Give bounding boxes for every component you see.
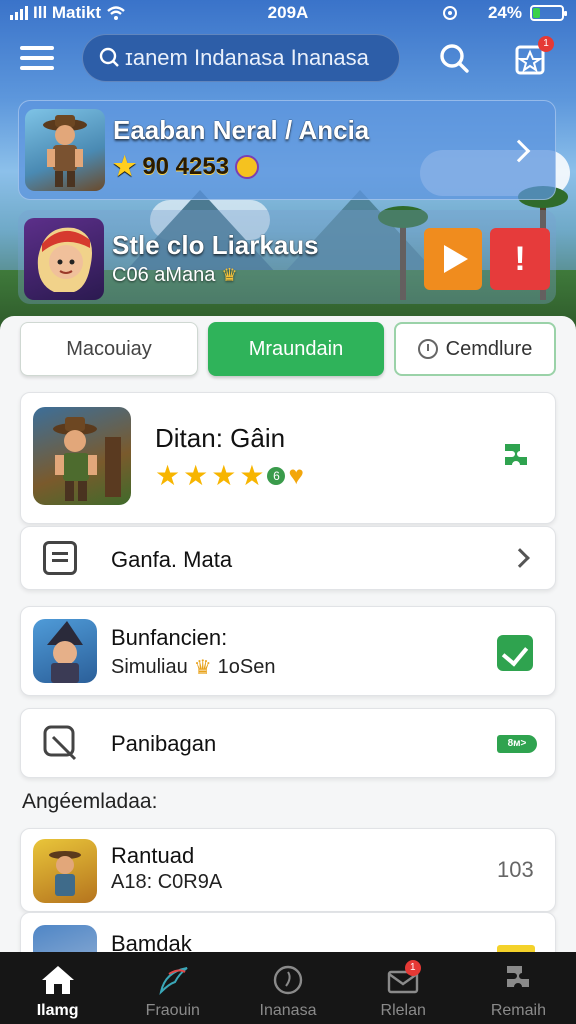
tab-segment-2[interactable]: Mraundain (208, 322, 384, 376)
featured-game-title: Ditan: Gâin (155, 423, 286, 453)
nav-badge: 1 (404, 960, 421, 976)
game-thumbnail (24, 218, 104, 300)
recent-item-value: 103 (497, 857, 534, 882)
game-thumbnail (25, 109, 105, 191)
heart-icon: ♥ (288, 460, 304, 490)
rating-stars: ★ ★ ★ ★ 6 ♥ (155, 459, 304, 492)
nav-label: Rlelan (380, 1002, 426, 1019)
hero-card-secondary[interactable]: Stle clo Liarkaus C06 aMana ♛ ! (18, 210, 556, 304)
search-text: ɪanem Indanasa Inanasa (125, 45, 369, 70)
alert-button[interactable]: ! (490, 228, 550, 290)
search-icon (99, 47, 119, 67)
puzzle-icon[interactable] (499, 441, 533, 475)
star-icon: ★ (239, 460, 265, 491)
crown-icon: ♛ (221, 265, 238, 285)
search-button[interactable] (438, 42, 472, 76)
status-tag: 8м> (497, 735, 537, 753)
list-item-label: Ganfa. Mata (111, 547, 233, 572)
subtitle-text: C06 aMana (112, 264, 216, 286)
list-item[interactable]: Panibagan 8м> (20, 708, 556, 778)
feather-icon (159, 967, 188, 996)
star-icon: ★ (211, 460, 237, 491)
hero-card-title: Stle clo Liarkaus (112, 230, 319, 260)
nav-label: Remaih (490, 1002, 546, 1019)
recent-item-title: Rantuad (111, 843, 195, 868)
rating-badge: 6 (267, 466, 286, 485)
segment-label: Mraundain (248, 337, 344, 360)
adventurer-character-image (43, 115, 87, 187)
play-button[interactable] (424, 228, 482, 290)
content-sheet: Macouiay Mraundain Cemdlure Ditan: Gâin … (0, 316, 576, 956)
star-icon: ★ (183, 460, 209, 491)
list-item-label: Panibagan (111, 731, 217, 756)
nav-item-feed[interactable]: Fraouin (115, 952, 230, 1024)
game-thumbnail (33, 839, 97, 903)
home-icon (41, 966, 74, 994)
hero-card-featured[interactable]: Eaaban Neral / Ancia ★ 90 4253 (18, 100, 556, 200)
tag-edit-icon (43, 725, 77, 761)
nav-label: Inanasa (259, 1002, 317, 1019)
wizard-character-image (47, 621, 83, 683)
chevron-right-icon (510, 548, 530, 568)
list-item-label: Bunfancien: (111, 625, 228, 650)
segment-label: Macouiay (66, 337, 152, 360)
featured-game-card[interactable]: Ditan: Gâin ★ ★ ★ ★ 6 ♥ (20, 392, 556, 524)
search-bar[interactable]: ɪanem Indanasa Inanasa (82, 34, 400, 82)
clock-icon (417, 339, 438, 359)
battery-percent: 24% (487, 3, 522, 22)
alarm-icon (442, 6, 457, 20)
crown-icon: ♛ (193, 657, 212, 679)
list-item-sublabel: Simuliau ♛ 1oSen (111, 655, 275, 680)
rating-text: 90 4253 (142, 152, 230, 180)
game-thumbnail (33, 619, 97, 683)
tab-segment-3[interactable]: Cemdlure (394, 322, 556, 376)
notifications-button[interactable]: 1 (514, 36, 554, 76)
circle-icon (273, 965, 303, 995)
checkbox-checked-icon[interactable] (497, 635, 533, 671)
list-item[interactable]: Ganfa. Mata (20, 526, 556, 590)
puzzle-icon (507, 966, 530, 987)
recent-item-subtitle: A18: C0R9A (111, 871, 223, 893)
notification-badge: 1 (538, 36, 554, 52)
medal-icon (235, 154, 260, 179)
hero-card-rating: ★ 90 4253 (113, 151, 260, 182)
girl-character-image (37, 227, 92, 292)
location-icon (467, 7, 478, 19)
battery-icon (530, 5, 567, 21)
nav-label: Fraouin (145, 1002, 200, 1019)
nav-label: Ilamg (36, 1002, 79, 1019)
tab-segment-1[interactable]: Macouiay (20, 322, 198, 376)
battery-fill (533, 8, 540, 18)
star-icon: ★ (155, 460, 181, 491)
section-heading: Angéemladaa: (22, 790, 158, 813)
sublabel-a: Simuliau (111, 656, 188, 678)
nav-item-discover[interactable]: Inanasa (230, 952, 345, 1024)
list-item[interactable]: Bunfancien: Simuliau ♛ 1oSen (20, 606, 556, 696)
hero-card-subtitle: C06 aMana ♛ (112, 264, 238, 287)
nav-item-more[interactable]: Remaih (461, 952, 576, 1024)
nav-item-home[interactable]: Ilamg (0, 952, 115, 1024)
app-top-bar: ɪanem Indanasa Inanasa 1 (0, 30, 576, 88)
star-icon: ★ (113, 151, 137, 181)
document-edit-icon (43, 541, 77, 575)
recent-list-item[interactable]: Bamdak (20, 912, 556, 956)
sublabel-b: 1oSen (217, 656, 276, 678)
adventurer-character-image (49, 851, 81, 896)
recent-list-item[interactable]: Rantuad A18: C0R9A 103 (20, 828, 556, 912)
segment-label: Cemdlure (445, 337, 533, 360)
search-icon (440, 44, 469, 73)
status-bar: Ill Matikt 209A 24% (0, 0, 576, 26)
bottom-navigation: Ilamg Fraouin Inanasa 1 Rlelan Remaih (0, 952, 576, 1024)
hero-card-title: Eaaban Neral / Ancia (113, 115, 370, 145)
menu-icon[interactable] (20, 46, 54, 72)
game-thumbnail (33, 407, 131, 505)
chevron-right-icon (507, 139, 531, 163)
nav-item-messages[interactable]: 1 Rlelan (346, 952, 461, 1024)
explorer-character-image (53, 417, 121, 501)
